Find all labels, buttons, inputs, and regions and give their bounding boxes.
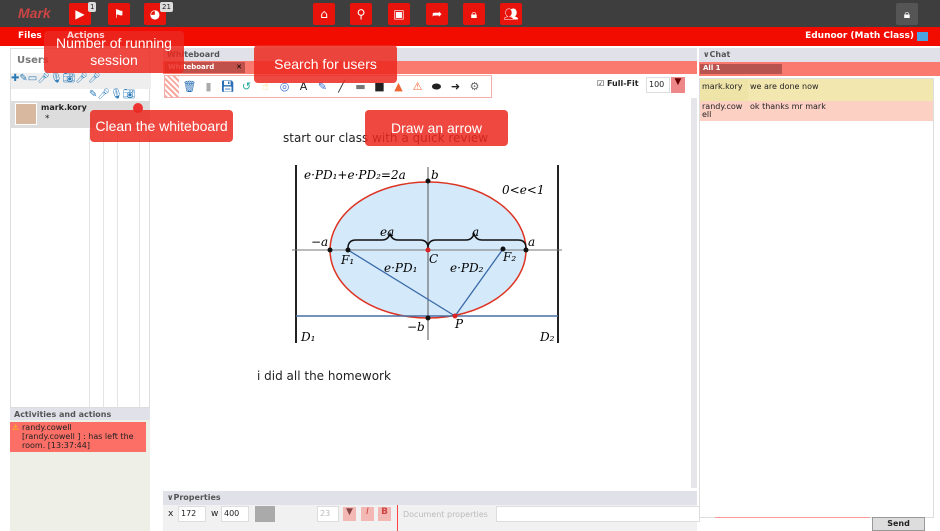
chat-message: randy.cowell ok thanks mr mark	[700, 101, 933, 121]
send-button[interactable]: Send	[872, 517, 925, 531]
tooltip-search-users: Search for users	[254, 45, 397, 83]
equation-label: e·PD₁+e·PD₂=2a	[304, 168, 406, 182]
font-size-input[interactable]: 23	[317, 506, 339, 522]
label-a-brace: a	[472, 225, 479, 239]
italic-button[interactable]: I	[361, 507, 374, 521]
condition-label: 0<e<1	[502, 183, 544, 197]
properties-title: ∨Properties	[163, 491, 697, 505]
tab-all[interactable]: All 1	[700, 64, 782, 74]
label-f2: F₂	[502, 250, 516, 264]
label-c: C	[429, 252, 438, 266]
label-d2: D₂	[539, 330, 555, 344]
document-properties-label: Document properties	[403, 510, 488, 519]
label-a: a	[528, 235, 535, 249]
tooltip-running-sessions: Number of running session	[44, 31, 184, 73]
label-minus-a: −a	[311, 235, 328, 249]
bold-button[interactable]: B	[378, 507, 391, 521]
document-properties-input[interactable]	[496, 506, 700, 522]
label-p: P	[454, 317, 464, 331]
message-user: randy.cowell	[702, 102, 743, 119]
message-user: mark.kory	[702, 82, 743, 91]
chat-messages: mark.kory we are done now randy.cowell ok …	[699, 78, 934, 518]
chat-label: Chat	[709, 50, 731, 59]
label-ea: ea	[380, 225, 394, 239]
label-d1: D₁	[300, 330, 315, 344]
label-epd2: e·PD₂	[450, 261, 484, 275]
actions-menu[interactable]: Actions	[67, 31, 105, 41]
message-text: ok thanks mr mark	[750, 102, 826, 111]
label-epd1: e·PD₁	[384, 261, 417, 275]
font-size-dropdown-icon[interactable]: ▼	[343, 507, 356, 521]
label-minus-b: −b	[407, 320, 425, 334]
tooltip-clean-whiteboard: Clean the whiteboard	[90, 110, 233, 142]
properties-panel: x 172 w 400 23 ▼ I B Document properties	[163, 505, 700, 531]
chat-message: mark.kory we are done now	[700, 79, 933, 101]
label-b: b	[431, 168, 439, 182]
x-input[interactable]: 172	[178, 506, 206, 522]
tooltip-draw-arrow: Draw an arrow	[365, 110, 508, 146]
chat-title: ∨Chat	[699, 48, 940, 62]
x-label: x	[168, 509, 174, 519]
color-swatch[interactable]	[255, 506, 275, 522]
message-text: we are done now	[748, 79, 933, 101]
label-f1: F₁	[340, 253, 354, 267]
w-label: w	[211, 509, 219, 519]
chat-tabs: All 1	[699, 62, 940, 76]
w-input[interactable]: 400	[221, 506, 249, 522]
properties-label: Properties	[173, 493, 221, 502]
chat-input[interactable]	[715, 517, 870, 531]
